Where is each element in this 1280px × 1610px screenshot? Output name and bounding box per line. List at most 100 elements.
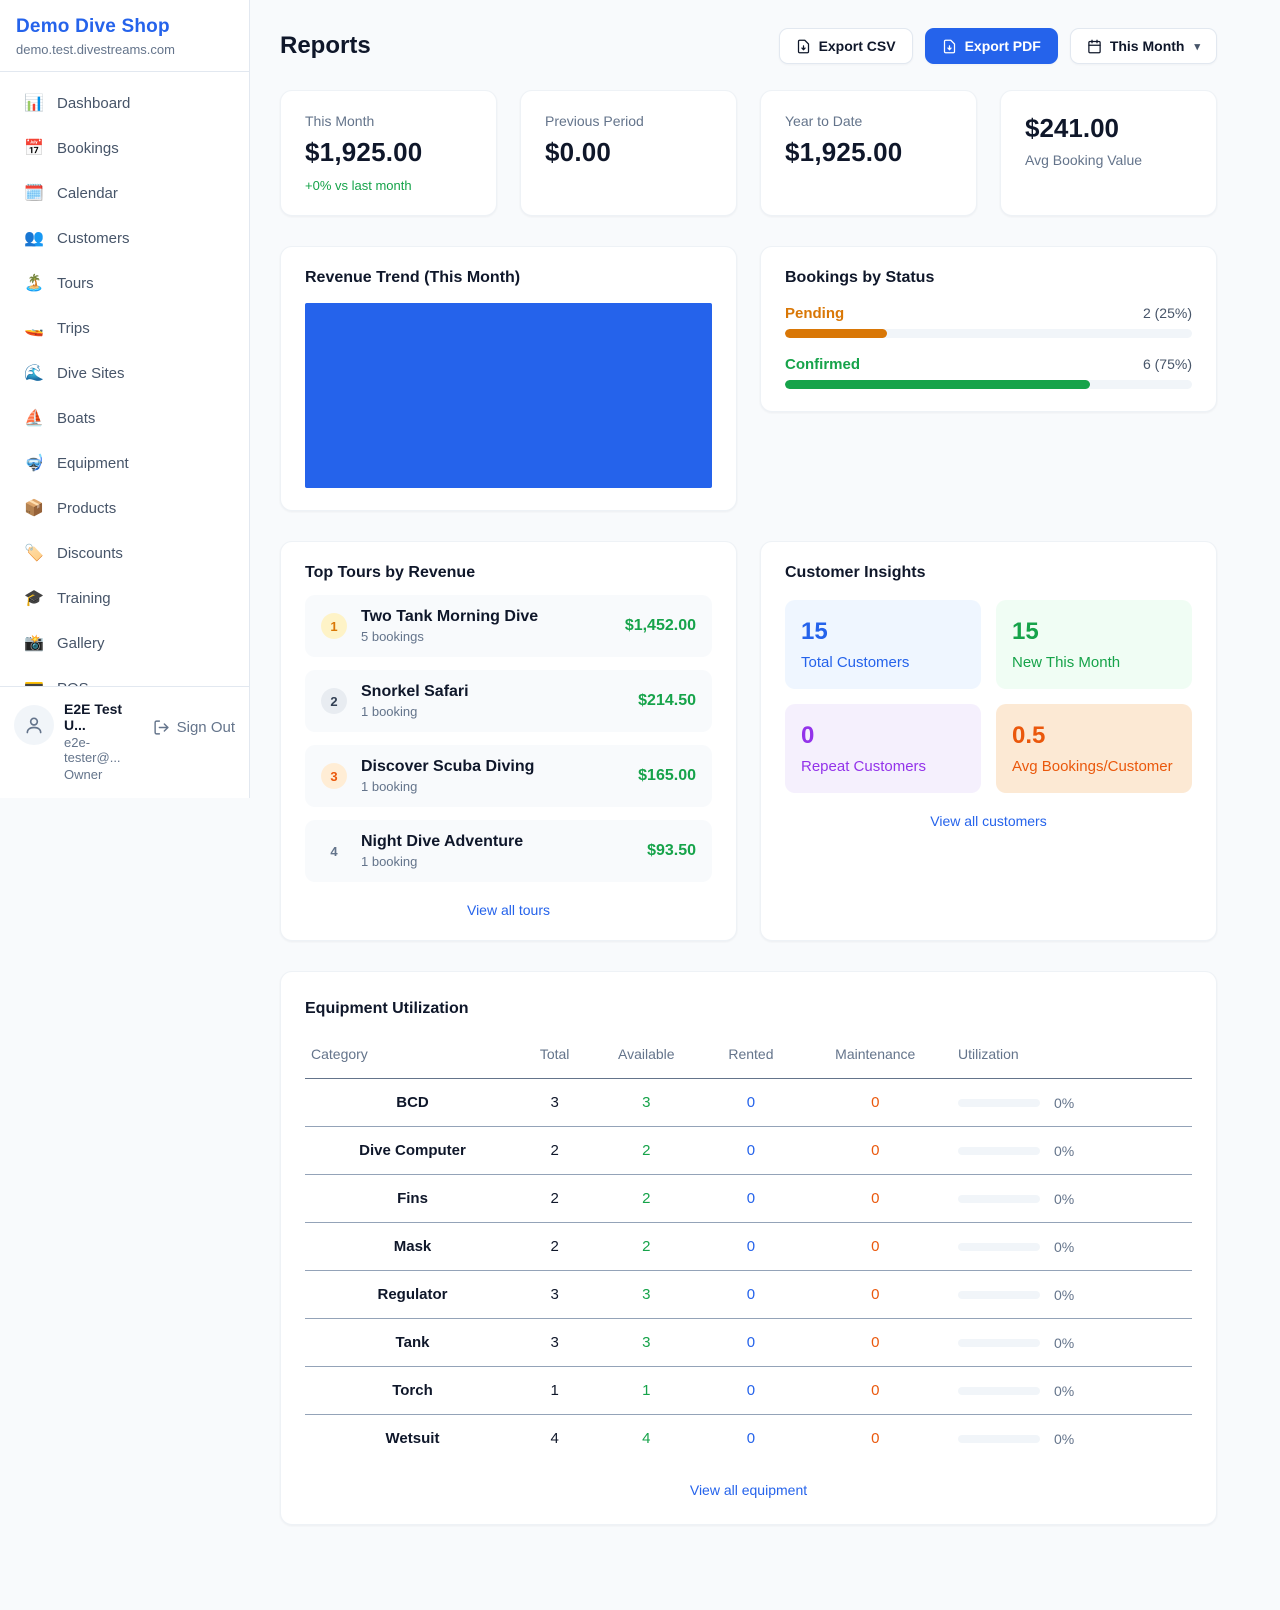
sidebar-item-equipment[interactable]: 🤿 Equipment <box>12 444 237 482</box>
tour-row: 3 Discover Scuba Diving 1 booking $165.0… <box>305 745 712 807</box>
page-header: Reports Export CSV Export PDF This Month… <box>280 28 1217 64</box>
sidebar-item-label: Tours <box>57 275 94 292</box>
cell-rented: 0 <box>703 1079 798 1127</box>
utilization-bar <box>958 1243 1040 1251</box>
sidebar-item-gallery[interactable]: 📸 Gallery <box>12 624 237 662</box>
table-header-row: Category Total Available Rented Maintena… <box>305 1038 1192 1079</box>
progress-fill <box>785 329 887 338</box>
cell-maintenance: 0 <box>799 1367 952 1415</box>
sidebar-item-trips[interactable]: 🚤 Trips <box>12 309 237 347</box>
cell-maintenance: 0 <box>799 1175 952 1223</box>
cell-maintenance: 0 <box>799 1271 952 1319</box>
table-row: Fins 2 2 0 0 0% <box>305 1175 1192 1223</box>
export-csv-button[interactable]: Export CSV <box>779 28 913 64</box>
status-row-pending: Pending 2 (25%) <box>785 305 1192 338</box>
cell-maintenance: 0 <box>799 1415 952 1463</box>
stat-delta: +0% vs last month <box>305 178 472 193</box>
calendar-date-icon: 📅 <box>24 138 44 158</box>
utilization-percent: 0% <box>1054 1143 1074 1159</box>
sidebar-item-discounts[interactable]: 🏷️ Discounts <box>12 534 237 572</box>
sidebar-item-boats[interactable]: ⛵ Boats <box>12 399 237 437</box>
sidebar-item-products[interactable]: 📦 Products <box>12 489 237 527</box>
sidebar-item-dive-sites[interactable]: 🌊 Dive Sites <box>12 354 237 392</box>
island-icon: 🏝️ <box>24 273 44 293</box>
cell-category: Torch <box>305 1367 520 1415</box>
tour-bookings: 1 booking <box>361 854 633 869</box>
export-pdf-button[interactable]: Export PDF <box>925 28 1058 64</box>
page-title: Reports <box>280 32 371 60</box>
utilization-percent: 0% <box>1054 1287 1074 1303</box>
tour-bookings: 5 bookings <box>361 629 611 644</box>
insight-label: Repeat Customers <box>801 758 965 775</box>
status-label: Confirmed <box>785 356 860 373</box>
sidebar-item-calendar[interactable]: 🗓️ Calendar <box>12 174 237 212</box>
sidebar-item-label: Discounts <box>57 545 123 562</box>
sidebar-item-training[interactable]: 🎓 Training <box>12 579 237 617</box>
tour-title: Night Dive Adventure <box>361 833 633 851</box>
utilization-bar <box>958 1339 1040 1347</box>
stat-card-this-month: This Month $1,925.00 +0% vs last month <box>280 90 497 216</box>
period-dropdown[interactable]: This Month ▾ <box>1070 28 1217 64</box>
bar-chart-icon: 📊 <box>24 93 44 113</box>
insight-value: 15 <box>801 618 965 646</box>
tour-amount: $93.50 <box>647 842 696 860</box>
sidebar-item-label: Products <box>57 500 116 517</box>
cell-total: 2 <box>520 1175 589 1223</box>
view-all-equipment-link[interactable]: View all equipment <box>305 1482 1192 1498</box>
bookings-by-status-card: Bookings by Status Pending 2 (25%) Confi… <box>760 246 1217 412</box>
brand: Demo Dive Shop demo.test.divestreams.com <box>0 0 249 72</box>
utilization-bar <box>958 1195 1040 1203</box>
sidebar-item-label: Boats <box>57 410 95 427</box>
stat-card-previous-period: Previous Period $0.00 <box>520 90 737 216</box>
status-count: 6 (75%) <box>1143 356 1192 372</box>
view-all-customers-link[interactable]: View all customers <box>785 813 1192 829</box>
sidebar-item-label: Equipment <box>57 455 129 472</box>
utilization-percent: 0% <box>1054 1095 1074 1111</box>
calendar-icon <box>1087 39 1102 54</box>
sidebar-item-bookings[interactable]: 📅 Bookings <box>12 129 237 167</box>
tour-row: 2 Snorkel Safari 1 booking $214.50 <box>305 670 712 732</box>
utilization-bar <box>958 1387 1040 1395</box>
package-icon: 📦 <box>24 498 44 518</box>
equipment-utilization-card: Equipment Utilization Category Total Ava… <box>280 971 1217 1525</box>
sign-out-button[interactable]: Sign Out <box>153 719 235 736</box>
utilization-percent: 0% <box>1054 1239 1074 1255</box>
status-count: 2 (25%) <box>1143 305 1192 321</box>
user-meta: E2E Test U... e2e-tester@... Owner <box>64 699 143 782</box>
sidebar-item-label: Gallery <box>57 635 105 652</box>
main-content: Reports Export CSV Export PDF This Month… <box>250 0 1280 1565</box>
cell-available: 4 <box>589 1415 703 1463</box>
cell-category: Regulator <box>305 1271 520 1319</box>
equipment-table: Category Total Available Rented Maintena… <box>305 1038 1192 1462</box>
brand-subdomain: demo.test.divestreams.com <box>16 42 233 57</box>
cell-category: Wetsuit <box>305 1415 520 1463</box>
sidebar-item-dashboard[interactable]: 📊 Dashboard <box>12 84 237 122</box>
card-title: Equipment Utilization <box>305 1000 1192 1018</box>
sidebar-item-pos[interactable]: 💳 POS <box>12 669 237 686</box>
sidebar: Demo Dive Shop demo.test.divestreams.com… <box>0 0 250 798</box>
tour-title: Two Tank Morning Dive <box>361 608 611 626</box>
people-icon: 👥 <box>24 228 44 248</box>
revenue-bar-chart <box>305 303 712 488</box>
user-email: e2e-tester@... <box>64 735 143 765</box>
sidebar-nav: 📊 Dashboard 📅 Bookings 🗓️ Calendar 👥 Cus… <box>0 72 249 686</box>
credit-card-icon: 💳 <box>24 678 44 686</box>
sidebar-item-tours[interactable]: 🏝️ Tours <box>12 264 237 302</box>
avatar <box>14 705 54 745</box>
person-icon <box>24 715 44 735</box>
stat-value: $241.00 <box>1025 113 1192 144</box>
sidebar-item-customers[interactable]: 👥 Customers <box>12 219 237 257</box>
user-role: Owner <box>64 767 143 782</box>
cell-maintenance: 0 <box>799 1319 952 1367</box>
col-utilization: Utilization <box>952 1038 1192 1079</box>
card-title: Top Tours by Revenue <box>305 564 712 582</box>
view-all-tours-link[interactable]: View all tours <box>305 902 712 918</box>
period-label: This Month <box>1110 38 1185 54</box>
insight-tile-total-customers: 15 Total Customers <box>785 600 981 689</box>
cell-available: 1 <box>589 1367 703 1415</box>
stat-value: $1,925.00 <box>785 137 952 168</box>
table-row: Mask 2 2 0 0 0% <box>305 1223 1192 1271</box>
status-row-confirmed: Confirmed 6 (75%) <box>785 356 1192 389</box>
progress-track <box>785 329 1192 338</box>
insight-tile-repeat-customers: 0 Repeat Customers <box>785 704 981 793</box>
